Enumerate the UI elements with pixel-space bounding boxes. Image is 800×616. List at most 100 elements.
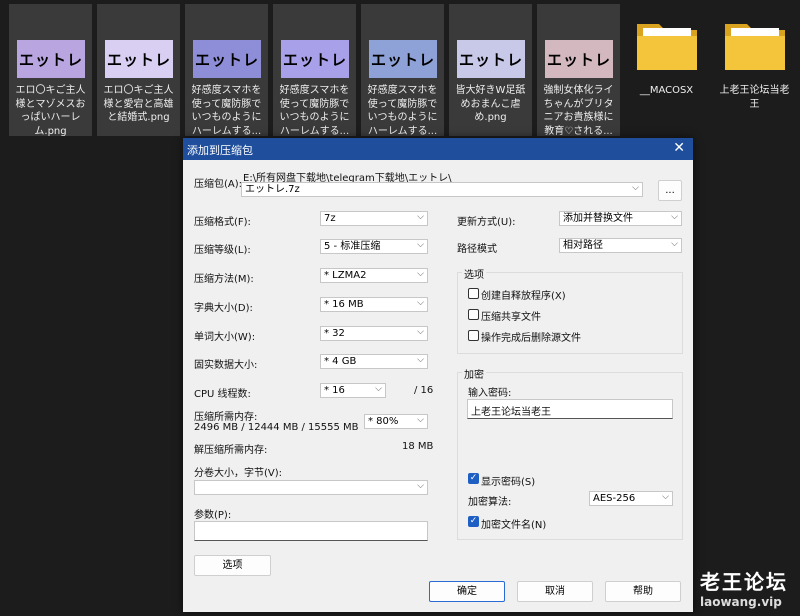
shared-files-checkbox[interactable] <box>468 309 479 320</box>
file-name: 強制女体化ライちゃんがブリタニアお貴族様に教育♡される... <box>543 85 614 137</box>
encrypt-names-checkbox[interactable]: ✓ <box>468 516 479 527</box>
file-item[interactable]: エットレ 好感度スマホを使って魔防豚でいつものようにハーレムする... <box>185 4 268 137</box>
file-item[interactable]: エットレ エロ〇キご主人様とマゾメスおっぱいハーレム.png <box>9 4 92 137</box>
level-value: 5 - 标准压缩 <box>324 241 381 252</box>
options-group-title: 选项 <box>462 266 486 281</box>
thumbnail-text: エットレ <box>282 50 347 69</box>
enc-method-label: 加密算法: <box>468 497 512 508</box>
volume-select[interactable]: ⌵ <box>194 480 428 495</box>
dialog-titlebar[interactable]: 添加到压缩包 ✕ <box>183 138 693 160</box>
password-input[interactable]: 上老王论坛当老王 <box>467 399 673 419</box>
mem-percent-select[interactable]: * 80% ⌵ <box>364 414 428 429</box>
level-label: 压缩等级(L): <box>194 245 251 256</box>
chevron-down-icon: ⌵ <box>417 298 424 308</box>
params-label: 参数(P): <box>194 510 232 521</box>
ok-button[interactable]: 确定 <box>429 581 505 602</box>
chevron-down-icon: ⌵ <box>417 240 424 250</box>
archive-name-combo[interactable]: エットレ.7z ⌵ <box>241 182 643 197</box>
file-item[interactable]: エットレ エロ〇キご主人様と愛宕と高雄と結婚式.png <box>97 4 180 136</box>
word-value: * 32 <box>324 328 345 339</box>
thumbnail-text: エットレ <box>370 50 435 69</box>
add-to-archive-dialog: 添加到压缩包 ✕ 压缩包(A): E:\所有网盘下载地\telegram下载地\… <box>183 138 693 612</box>
update-select[interactable]: 添加并替换文件 ⌵ <box>559 211 682 226</box>
cpu-value: * 16 <box>324 385 345 396</box>
cancel-button[interactable]: 取消 <box>517 581 593 602</box>
update-value: 添加并替换文件 <box>563 213 633 224</box>
solid-value: * 4 GB <box>324 356 357 367</box>
solid-select[interactable]: * 4 GB ⌵ <box>320 354 428 369</box>
format-label: 压缩格式(F): <box>194 217 251 228</box>
file-name: エロ〇キご主人様とマゾメスおっぱいハーレム.png <box>15 85 86 137</box>
delete-after-label: 操作完成后删除源文件 <box>481 333 581 344</box>
mem-percent-value: * 80% <box>368 416 399 427</box>
chevron-down-icon: ⌵ <box>671 212 678 222</box>
decomp-value: 18 MB <box>402 441 434 452</box>
path-label: 路径模式 <box>457 244 497 255</box>
shared-files-label: 压缩共享文件 <box>481 312 541 323</box>
path-select[interactable]: 相对路径 ⌵ <box>559 238 682 253</box>
file-name: 好感度スマホを使って魔防豚でいつものようにハーレムする... <box>279 85 350 137</box>
image-thumbnail: エットレ <box>193 40 261 78</box>
help-button[interactable]: 帮助 <box>605 581 681 602</box>
format-select[interactable]: 7z ⌵ <box>320 211 428 226</box>
method-label: 压缩方法(M): <box>194 274 254 285</box>
enc-method-select[interactable]: AES-256 ⌵ <box>589 491 673 506</box>
sfx-label: 创建自释放程序(X) <box>481 291 566 302</box>
file-item[interactable]: エットレ 好感度スマホを使って魔防豚でいつものようにハーレムする... <box>273 4 356 137</box>
params-input[interactable] <box>194 521 428 541</box>
close-icon[interactable]: ✕ <box>673 140 685 156</box>
folder-item[interactable]: __MACOSX <box>625 4 708 136</box>
folder-item[interactable]: 上老王论坛当老王 <box>713 4 796 136</box>
chevron-down-icon: ⌵ <box>417 327 424 337</box>
dict-select[interactable]: * 16 MB ⌵ <box>320 297 428 312</box>
cpu-select[interactable]: * 16 ⌵ <box>320 383 386 398</box>
archive-name: エットレ.7z <box>245 184 300 195</box>
chevron-down-icon: ⌵ <box>417 269 424 279</box>
folder-name: __MACOSX <box>639 85 694 96</box>
archive-label: 压缩包(A): <box>194 179 243 190</box>
decomp-label: 解压缩所需内存: <box>194 445 268 456</box>
chevron-down-icon: ⌵ <box>375 384 382 394</box>
image-thumbnail: エットレ <box>457 40 525 78</box>
folder-icon <box>637 24 697 70</box>
solid-label: 固实数据大小: <box>194 360 258 371</box>
volume-label: 分卷大小，字节(V): <box>194 468 283 479</box>
options-button[interactable]: 选项 <box>194 555 271 576</box>
cpu-label: CPU 线程数: <box>194 389 251 400</box>
method-select[interactable]: * LZMA2 ⌵ <box>320 268 428 283</box>
file-name: エロ〇キご主人様と愛宕と高雄と結婚式.png <box>103 85 174 123</box>
mem-value: 2496 MB / 12444 MB / 15555 MB <box>194 422 359 433</box>
image-thumbnail: エットレ <box>545 40 613 78</box>
thumbnail-text: エットレ <box>546 50 611 69</box>
mem-label: 压缩所需内存: <box>194 412 258 423</box>
enc-method-value: AES-256 <box>593 493 636 504</box>
file-item[interactable]: エットレ 強制女体化ライちゃんがブリタニアお貴族様に教育♡される... <box>537 4 620 137</box>
thumbnail-text: エットレ <box>458 50 523 69</box>
watermark-url: laowang.vip <box>700 595 782 609</box>
update-label: 更新方式(U): <box>457 217 516 228</box>
show-password-label: 显示密码(S) <box>481 477 536 488</box>
chevron-down-icon: ⌵ <box>662 492 669 502</box>
thumbnail-text: エットレ <box>106 50 171 69</box>
image-thumbnail: エットレ <box>369 40 437 78</box>
encryption-group-title: 加密 <box>462 366 486 381</box>
chevron-down-icon[interactable]: ⌵ <box>632 183 639 195</box>
show-password-checkbox[interactable]: ✓ <box>468 473 479 484</box>
chevron-down-icon: ⌵ <box>417 212 424 222</box>
folder-name: 上老王论坛当老王 <box>719 85 790 110</box>
file-name: 皆大好きW足舐めおまんこ虐め.png <box>455 85 526 123</box>
sfx-checkbox[interactable] <box>468 288 479 299</box>
image-thumbnail: エットレ <box>281 40 349 78</box>
format-value: 7z <box>324 213 336 224</box>
word-select[interactable]: * 32 ⌵ <box>320 326 428 341</box>
browse-button[interactable]: ... <box>658 180 682 201</box>
file-item[interactable]: エットレ 好感度スマホを使って魔防豚でいつものようにハーレムする... <box>361 4 444 137</box>
file-item[interactable]: エットレ 皆大好きW足舐めおまんこ虐め.png <box>449 4 532 136</box>
watermark-title: 老王论坛 <box>700 570 788 594</box>
level-select[interactable]: 5 - 标准压缩 ⌵ <box>320 239 428 254</box>
delete-after-checkbox[interactable] <box>468 330 479 341</box>
dialog-title: 添加到压缩包 <box>187 144 253 157</box>
thumbnail-text: エットレ <box>18 50 83 69</box>
dict-label: 字典大小(D): <box>194 303 253 314</box>
password-label: 输入密码: <box>468 388 512 399</box>
